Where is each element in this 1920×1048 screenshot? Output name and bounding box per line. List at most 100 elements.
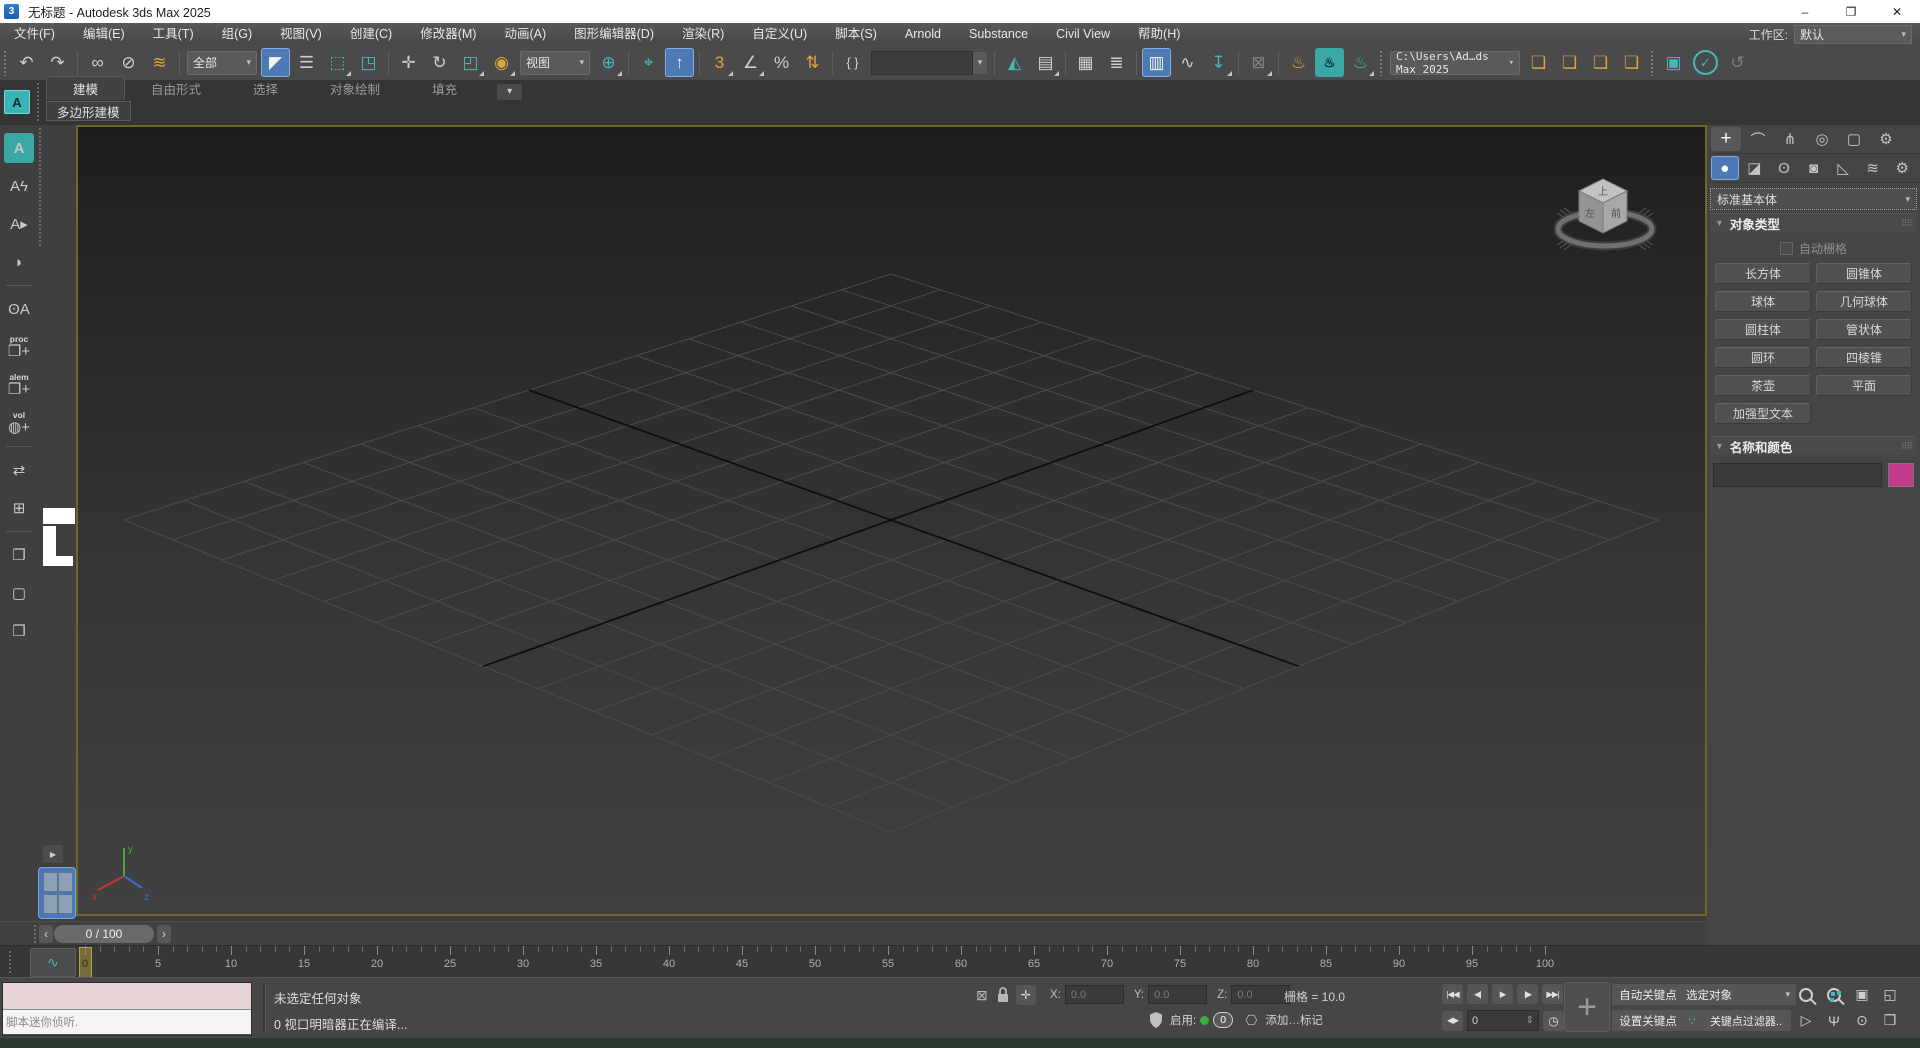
menu-item-1[interactable]: 编辑(E): [69, 23, 139, 45]
maxscript-mini-listener[interactable]: 脚本迷你侦听.: [2, 982, 252, 1036]
current-frame-field[interactable]: 0 ⇕: [1467, 1010, 1539, 1031]
previous-frame-arrow[interactable]: ‹: [39, 925, 53, 943]
menu-item-6[interactable]: 修改器(M): [406, 23, 490, 45]
object-button-7[interactable]: 四棱锥: [1816, 347, 1912, 368]
macro-recorder-field[interactable]: [3, 983, 251, 1010]
menu-item-3[interactable]: 组(G): [208, 23, 267, 45]
object-button-4[interactable]: 圆柱体: [1715, 319, 1811, 340]
ribbon-tab-1[interactable]: 自由形式: [125, 77, 227, 100]
field-of-view-icon[interactable]: ▷: [1794, 1010, 1818, 1031]
light-set-icon[interactable]: ▢: [4, 578, 34, 608]
zoom-icon[interactable]: [1794, 984, 1818, 1005]
orbit-icon[interactable]: ⊙: [1850, 1010, 1874, 1031]
mini-listener-field[interactable]: 脚本迷你侦听.: [3, 1010, 251, 1034]
category-spacewarps[interactable]: ≋: [1859, 156, 1887, 180]
keyboard-shortcut-override-icon[interactable]: ↑: [665, 48, 694, 77]
reference-coordsys-dropdown[interactable]: 视图▾: [520, 51, 590, 75]
script-structure-icon[interactable]: ❏: [1586, 48, 1615, 77]
y-coordinate-field[interactable]: 0.0: [1148, 985, 1207, 1004]
viewport-layout-button[interactable]: [38, 867, 76, 919]
render-production-icon[interactable]: ♨: [1346, 48, 1375, 77]
set-key-button[interactable]: 设置关键点: [1612, 1010, 1684, 1031]
perspective-viewport[interactable]: 上 左 前 x y z: [76, 125, 1707, 916]
shape-window-icon[interactable]: ❒: [4, 616, 34, 646]
object-button-3[interactable]: 几何球体: [1816, 291, 1912, 312]
snaps-3d-toggle-icon[interactable]: 3: [705, 48, 734, 77]
category-systems[interactable]: ⚙: [1888, 156, 1916, 180]
named-selection-sets-icon[interactable]: { }: [838, 48, 867, 77]
pin-transfer-icon[interactable]: ⇄: [4, 455, 34, 485]
play-button[interactable]: ▶: [1492, 984, 1513, 1004]
previous-frame-button[interactable]: ◀|: [1467, 984, 1488, 1004]
select-and-link-icon[interactable]: ∞: [83, 48, 112, 77]
tab-display[interactable]: ▢: [1839, 127, 1869, 151]
isolate-selection-icon[interactable]: ⊠: [1244, 48, 1273, 77]
angle-snap-icon[interactable]: ∠: [736, 48, 765, 77]
render-setup-icon[interactable]: ♨: [1284, 48, 1313, 77]
name-color-rollout[interactable]: ▼ 名称和颜色 ⠿⠿: [1711, 436, 1916, 455]
key-mode-toggle[interactable]: ◀▶: [1442, 1011, 1463, 1031]
object-button-0[interactable]: 长方体: [1715, 263, 1811, 284]
selection-filter-dropdown[interactable]: 全部▾: [187, 51, 257, 75]
selection-lock-icon[interactable]: [996, 986, 1010, 1004]
select-and-rotate-icon[interactable]: ↻: [425, 48, 454, 77]
script-nodes-icon[interactable]: ❏: [1617, 48, 1646, 77]
menu-item-13[interactable]: Substance: [955, 23, 1042, 45]
menu-item-9[interactable]: 渲染(R): [668, 23, 738, 45]
category-geometry[interactable]: ●: [1711, 156, 1739, 180]
menu-item-14[interactable]: Civil View: [1042, 23, 1124, 45]
bind-to-spacewarp-icon[interactable]: ≋: [145, 48, 174, 77]
select-and-scale-icon[interactable]: ◰: [456, 48, 485, 77]
object-button-1[interactable]: 圆锥体: [1816, 263, 1912, 284]
object-button-6[interactable]: 圆环: [1715, 347, 1811, 368]
object-button-8[interactable]: 茶壶: [1715, 375, 1811, 396]
menu-item-8[interactable]: 图形编辑器(D): [560, 23, 668, 45]
menu-item-7[interactable]: 动画(A): [490, 23, 560, 45]
undo-history-icon[interactable]: ↺: [1723, 48, 1752, 77]
tab-motion[interactable]: ◎: [1807, 127, 1837, 151]
time-configuration-icon[interactable]: ◷: [1543, 1011, 1564, 1031]
x-coordinate-field[interactable]: 0.0: [1065, 985, 1124, 1004]
object-button-2[interactable]: 球体: [1715, 291, 1811, 312]
script-open-icon[interactable]: ❏: [1555, 48, 1584, 77]
menu-item-15[interactable]: 帮助(H): [1124, 23, 1194, 45]
next-frame-button[interactable]: |▶: [1517, 984, 1538, 1004]
minimize-button[interactable]: –: [1782, 0, 1828, 23]
maximize-viewport-toggle-icon[interactable]: ❒: [1878, 1010, 1902, 1031]
zoom-region-icon[interactable]: ◱: [1878, 984, 1902, 1005]
toolbar-drag-handle[interactable]: [1650, 50, 1655, 76]
menu-item-10[interactable]: 自定义(U): [738, 23, 821, 45]
menu-item-11[interactable]: 脚本(S): [821, 23, 891, 45]
project-folder-dropdown[interactable]: C:\Users\Ad…ds Max 2025▾: [1390, 51, 1520, 75]
volume-create-icon[interactable]: vol◍+: [4, 408, 34, 438]
layer-explorer-toggle-icon[interactable]: ≣: [1102, 48, 1131, 77]
tab-modify[interactable]: ⌒: [1743, 127, 1773, 151]
toolbar-drag-handle[interactable]: [1379, 50, 1384, 76]
macro-recorder-icon[interactable]: Aϟ: [4, 171, 34, 201]
ribbon-tab-2[interactable]: 选择: [227, 77, 304, 100]
align-icon[interactable]: ▤: [1031, 48, 1060, 77]
menu-item-5[interactable]: 创建(C): [336, 23, 406, 45]
pan-hand-icon[interactable]: Ψ: [1822, 1010, 1846, 1031]
select-object-icon[interactable]: ◤: [261, 48, 290, 77]
alembic-create-icon[interactable]: alem❒+: [4, 370, 34, 400]
toolbar-drag-handle[interactable]: [3, 50, 8, 76]
select-and-place-icon[interactable]: ◉: [487, 48, 516, 77]
scene-explorer-toggle-icon[interactable]: ▦: [1071, 48, 1100, 77]
render-presets-icon[interactable]: ❐: [4, 540, 34, 570]
named-selection-field[interactable]: [871, 51, 973, 75]
object-color-swatch[interactable]: [1888, 463, 1914, 487]
selection-set-dropdown[interactable]: 选定对象 ▾: [1680, 984, 1796, 1005]
menu-item-4[interactable]: 视图(V): [266, 23, 336, 45]
zoom-extents-icon[interactable]: ▣: [1850, 984, 1874, 1005]
category-dropdown[interactable]: 标准基本体 ▾: [1711, 189, 1916, 209]
curve-editor-icon[interactable]: ∿: [1173, 48, 1202, 77]
rail-drag-handle[interactable]: [38, 127, 43, 247]
ink-material-icon[interactable]: ◗: [4, 247, 34, 277]
absolute-mode-transform-icon[interactable]: ✛: [1016, 985, 1036, 1005]
tab-utilities[interactable]: ⚙: [1871, 127, 1901, 151]
mute-count-badge[interactable]: 0: [1213, 1012, 1233, 1028]
spinner-icon[interactable]: ⇕: [1526, 1015, 1534, 1026]
category-cameras[interactable]: ◙: [1800, 156, 1828, 180]
object-type-rollout[interactable]: ▼ 对象类型 ⠿⠿: [1711, 213, 1916, 232]
